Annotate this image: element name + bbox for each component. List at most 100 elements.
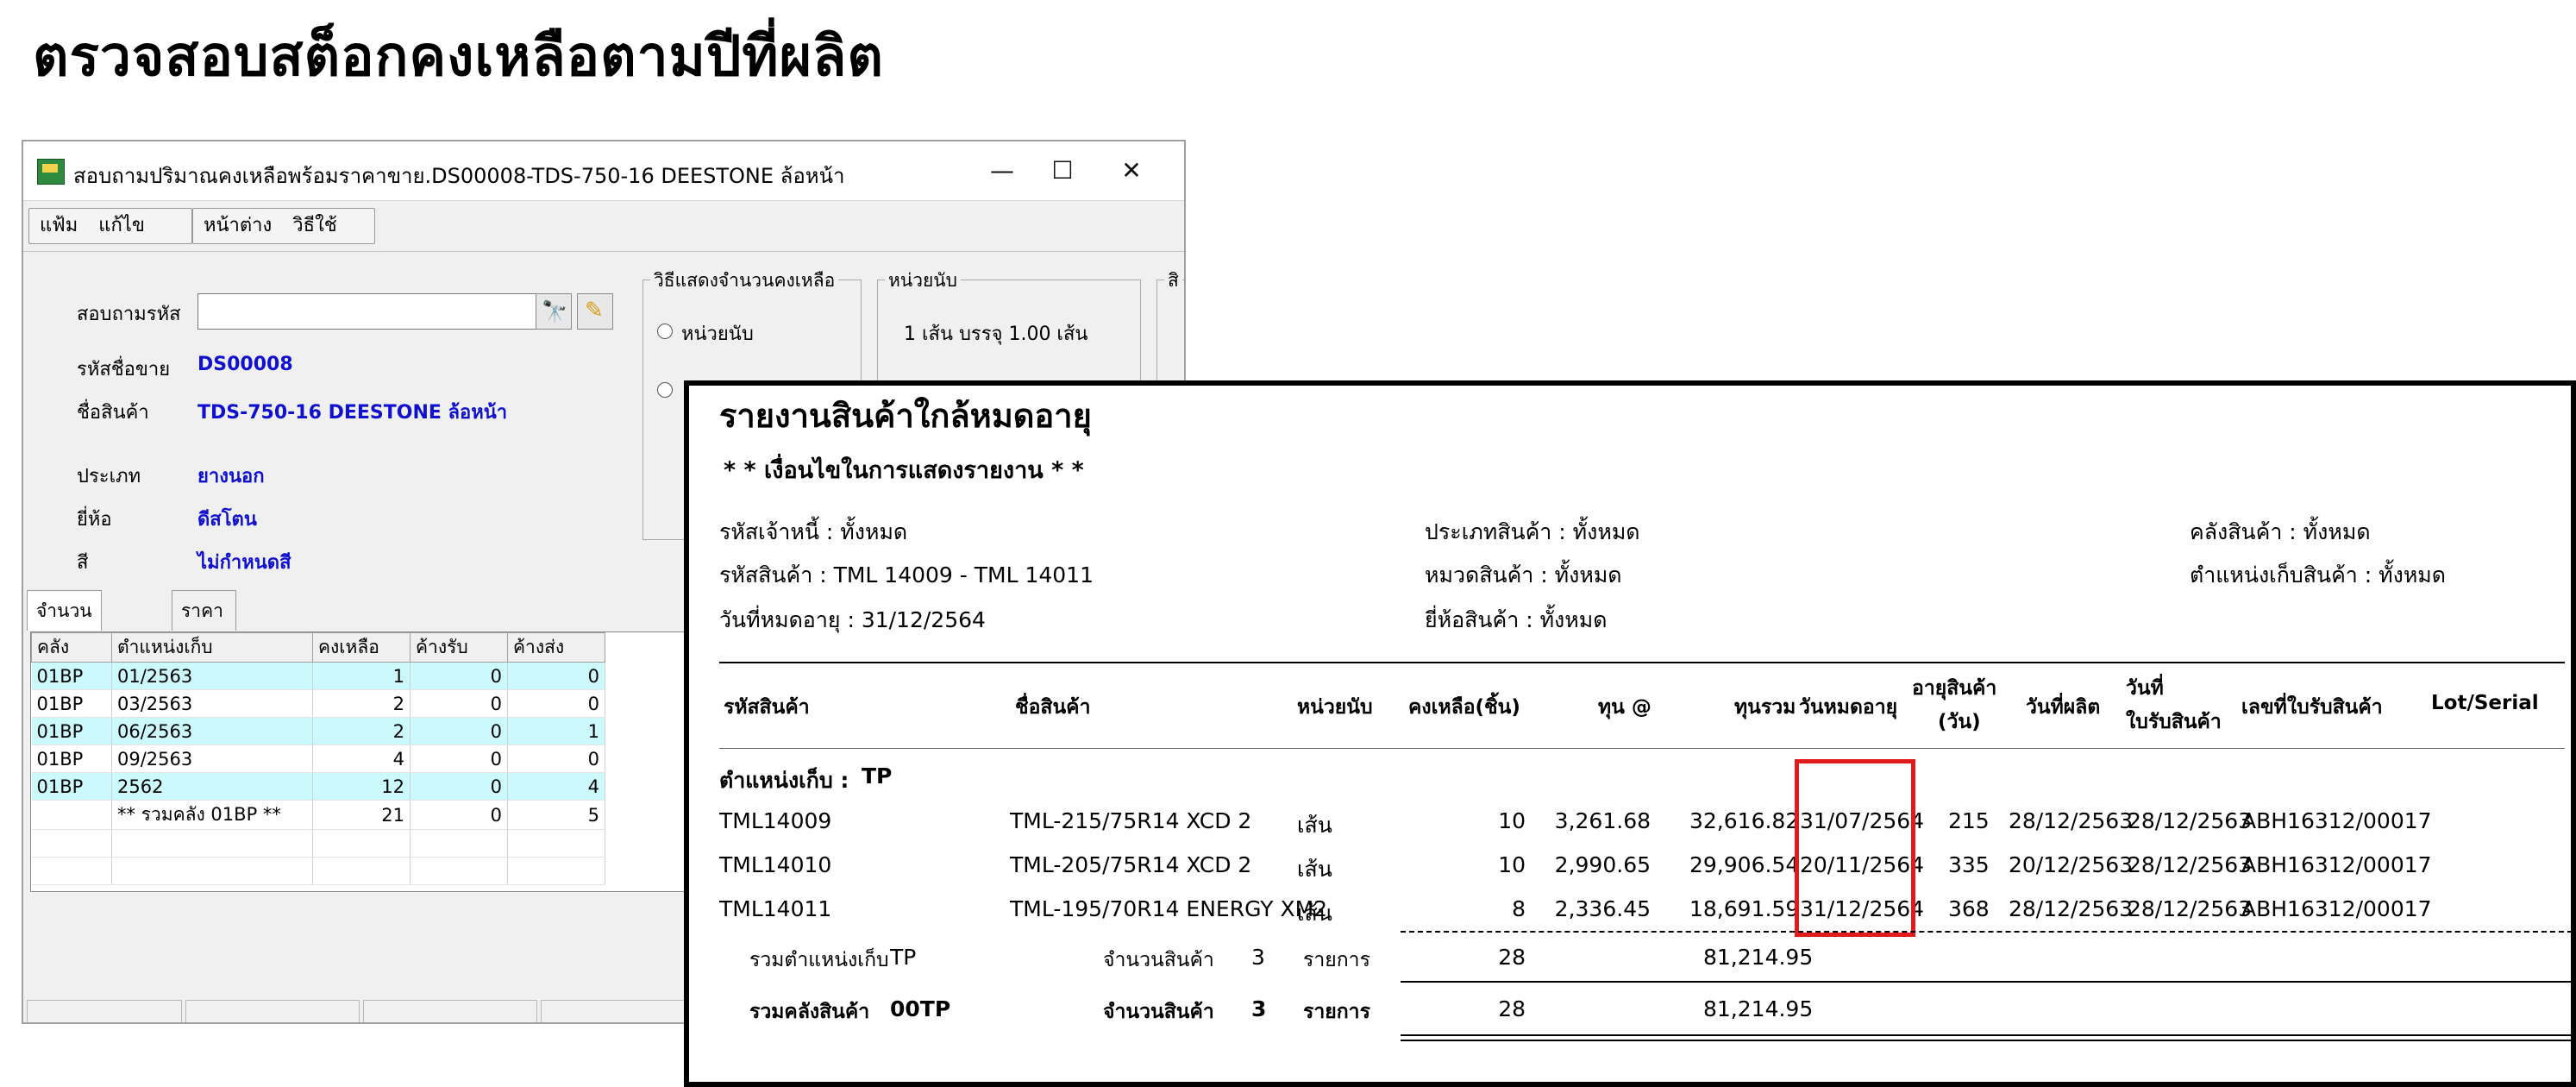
cell-wh: 01BP: [31, 745, 112, 773]
eraser-icon: ✎: [585, 298, 604, 324]
row-age: 335: [1948, 852, 1990, 877]
hdr-unit: หน่วยนับ: [1297, 696, 1373, 719]
hdr-age-unit: (วัน): [1938, 711, 1981, 733]
window-titlebar: สอบถามปริมาณคงเหลือพร้อมราคาขาย.DS00008-…: [23, 141, 1184, 201]
subtotal-code: TP: [890, 945, 917, 970]
row-cost: 2,990.65: [1554, 852, 1651, 877]
menu-file[interactable]: แฟ้ม: [29, 209, 88, 243]
grandtotal-label: รวมคลังสินค้า: [749, 1001, 870, 1023]
search-input[interactable]: [197, 293, 546, 330]
row-qty: 10: [1498, 852, 1526, 877]
expiry-report: รายงานสินค้าใกล้หมดอายุ * * เงื่อนไขในกา…: [684, 380, 2576, 1087]
row-mfg: 28/12/2563: [2009, 808, 2134, 833]
location-value: TP: [862, 763, 893, 789]
grandtotal-code: 00TP: [890, 996, 951, 1021]
clear-button[interactable]: ✎: [577, 293, 613, 330]
menu-help[interactable]: วิธีใช้: [282, 209, 347, 243]
tab-balance[interactable]: จำนวนคงเหลือ: [27, 590, 102, 701]
field-value-name: TDS-750-16 DEESTONE ล้อหน้า: [197, 402, 508, 424]
cell-bal: 21: [312, 800, 411, 830]
grid-total-row[interactable]: ** รวมคลัง 01BP ** 21 0 5: [31, 800, 605, 830]
grandtotal-count: 3: [1251, 996, 1267, 1021]
cond-category: หมวดสินค้า : ทั้งหมด: [1425, 562, 1622, 587]
menu-edit[interactable]: แก้ไข: [88, 209, 155, 243]
grid-row[interactable]: 01BP 01/2563 1 0 0: [31, 662, 605, 690]
hdr-qty: คงเหลือ(ชิ้น): [1408, 696, 1520, 719]
cell-rcv: 0: [410, 717, 508, 745]
cell-bal: 12: [312, 772, 411, 801]
cell-loc: 01/2563: [111, 662, 313, 690]
hdr-mfg: วันที่ผลิต: [2026, 696, 2101, 719]
col-location[interactable]: ตำแหน่งเก็บ: [111, 632, 313, 663]
header-top-rule: [719, 662, 2565, 663]
hdr-name: ชื่อสินค้า: [1015, 696, 1091, 719]
third-group-title: สิ: [1164, 267, 1182, 295]
cell-loc: 09/2563: [111, 745, 313, 773]
cell-snd: 1: [507, 717, 605, 745]
radio-second[interactable]: [657, 382, 673, 398]
col-warehouse[interactable]: คลัง: [31, 632, 112, 663]
cell-loc: 2562: [111, 772, 313, 801]
maximize-button[interactable]: ☐: [1032, 147, 1093, 195]
header-bottom-rule: [719, 748, 2565, 749]
row-doc: ABH16312/00017: [2241, 808, 2432, 833]
row-age: 368: [1948, 896, 1990, 921]
window-title: สอบถามปริมาณคงเหลือพร้อมราคาขาย.DS00008-…: [73, 164, 845, 188]
cell-rcv: 0: [410, 689, 508, 718]
field-label-type: ประเภท: [77, 466, 141, 487]
cell-rcv: 0: [410, 772, 508, 801]
display-mode-title: วิธีแสดงจำนวนคงเหลือ: [650, 267, 839, 295]
row-code: TML14011: [719, 896, 832, 921]
minimize-button[interactable]: —: [972, 147, 1032, 195]
hdr-cost: ทุน @: [1598, 696, 1652, 719]
radio-unit[interactable]: [657, 324, 673, 339]
cell-bal: 4: [312, 745, 411, 773]
row-unit: เส้น: [1297, 813, 1332, 838]
hdr-rcv-doc: ใบรับสินค้า: [2126, 711, 2222, 733]
menu-group-window: หน้าต่าง วิธีใช้: [192, 208, 375, 244]
cell-rcv: 0: [410, 745, 508, 773]
cell-snd: 0: [507, 689, 605, 718]
close-button[interactable]: ✕: [1101, 147, 1162, 195]
grandtotal-double-rule-2: [1401, 1040, 2571, 1041]
grid-row[interactable]: 01BP 06/2563 2 0 1: [31, 717, 605, 745]
hdr-rcv-date: วันที่: [2126, 677, 2164, 700]
cell-snd: 0: [507, 745, 605, 773]
col-balance[interactable]: คงเหลือ: [312, 632, 411, 663]
cell-bal: 2: [312, 717, 411, 745]
cell-wh: 01BP: [31, 662, 112, 690]
col-pending-receive[interactable]: ค้างรับ: [410, 632, 508, 663]
cond-expiry: วันที่หมดอายุ : 31/12/2564: [719, 607, 986, 632]
report-title: รายงานสินค้าใกล้หมดอายุ: [719, 397, 1092, 435]
subtotal-count: 3: [1251, 945, 1265, 970]
col-pending-send[interactable]: ค้างส่ง: [507, 632, 605, 663]
cell-loc: 06/2563: [111, 717, 313, 745]
grandtotal-unit: รายการ: [1303, 1001, 1370, 1023]
cell-snd: 4: [507, 772, 605, 801]
field-label-name: ชื่อสินค้า: [77, 402, 149, 424]
unit-conversion-text: 1 เส้น บรรจุ 1.00 เส้น: [904, 324, 1088, 345]
row-name: TML-195/70R14 ENERGY XM2: [1010, 896, 1328, 921]
row-unit: เส้น: [1297, 857, 1332, 882]
find-button[interactable]: 🔭: [536, 293, 572, 330]
hdr-lot: Lot/Serial: [2431, 692, 2539, 714]
grid-empty-row: [31, 857, 605, 885]
row-cost: 3,261.68: [1554, 808, 1651, 833]
menu-window[interactable]: หน้าต่าง: [193, 209, 282, 243]
grid-row[interactable]: 01BP 03/2563 2 0 0: [31, 689, 605, 718]
grid-empty-row: [31, 829, 605, 858]
row-doc: ABH16312/00017: [2241, 852, 2432, 877]
status-pane: [185, 1000, 360, 1022]
row-name: TML-215/75R14 XCD 2: [1010, 808, 1252, 833]
cell-loc: 03/2563: [111, 689, 313, 718]
cond-brand: ยี่ห้อสินค้า : ทั้งหมด: [1425, 607, 1608, 632]
cell-rcv: 0: [410, 662, 508, 690]
status-pane: [363, 1000, 537, 1022]
grid-row[interactable]: 01BP 2562 12 0 4: [31, 772, 605, 801]
status-pane: [27, 1000, 182, 1022]
hdr-code: รหัสสินค้า: [724, 696, 810, 719]
row-mfg: 28/12/2563: [2009, 896, 2134, 921]
tab-price[interactable]: ราคาขายสินค้า: [172, 590, 237, 701]
subtotal-label: รวมตำแหน่งเก็บ: [749, 949, 889, 971]
grid-row[interactable]: 01BP 09/2563 4 0 0: [31, 745, 605, 773]
